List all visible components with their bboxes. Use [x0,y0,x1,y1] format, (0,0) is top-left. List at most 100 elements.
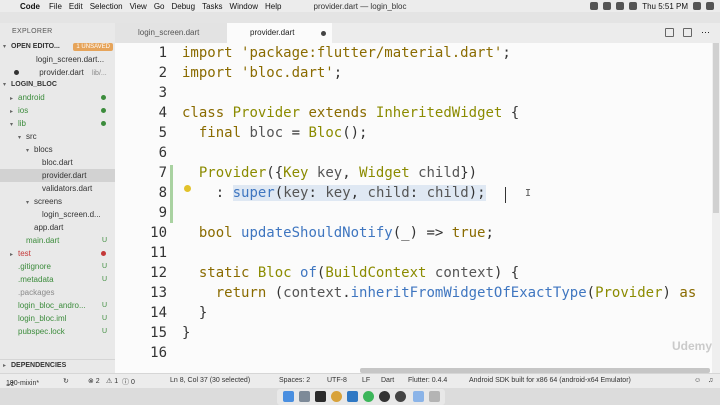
tree-item-label: login_bloc_andro... [18,301,86,310]
device-selector[interactable]: Android SDK built for x86 64 (android-x6… [469,377,631,384]
tree-item[interactable]: ▸ test [0,247,115,260]
menu-view[interactable]: View [130,2,154,11]
simulator-icon[interactable] [379,391,390,402]
tree-item[interactable]: login_screen.d... [0,208,115,221]
feedback-icon[interactable]: ☺ [694,377,701,384]
tree-item[interactable]: provider.dart [0,169,115,182]
line-number: 16 [150,345,167,361]
menu-bar: Code File Edit Selection View Go Debug T… [0,0,720,12]
project-header[interactable]: ▾ LOGIN_BLOC [0,79,115,91]
tree-item[interactable]: ▾ screens [0,195,115,208]
line-number: 8 [158,185,167,201]
dependencies-header[interactable]: ▸ DEPENDENCIES [0,359,115,371]
open-editor-item[interactable]: provider.dart lib/... [0,66,115,79]
folder-icon[interactable] [413,391,424,402]
scrollbar-thumb[interactable] [713,43,719,213]
vertical-scrollbar[interactable] [712,43,720,373]
trash-icon[interactable] [429,391,440,402]
tab-login-screen[interactable]: login_screen.dart [115,23,227,43]
line-number: 11 [150,245,167,261]
battery-icon[interactable] [629,2,638,10]
menu-tasks[interactable]: Tasks [202,2,229,11]
git-status-badge: U [101,328,107,335]
indentation[interactable]: Spaces: 2 [279,377,310,384]
more-icon[interactable]: ··· [701,28,710,37]
tree-item[interactable]: ▾ src [0,130,115,143]
tree-item-label: ios [18,106,29,115]
tree-item[interactable]: app.dart [0,221,115,234]
tray-icon[interactable] [603,2,612,10]
tree-item-label: main.dart [26,236,60,245]
search-icon[interactable] [693,2,701,10]
tree-item[interactable]: bloc.dart [0,156,115,169]
problems-info[interactable]: ⓘ 0 [122,377,135,387]
sync-icon[interactable]: ↻ [63,377,69,385]
tree-item[interactable]: .gitignore U [0,260,115,273]
spotify-icon[interactable] [363,391,374,402]
tree-item[interactable]: pubspec.lock U [0,325,115,338]
tab-provider[interactable]: provider.dart [227,23,332,43]
menu-edit[interactable]: Edit [69,2,90,11]
tree-item[interactable]: ▾ lib [0,117,115,130]
language-mode[interactable]: Dart [381,377,394,384]
launchpad-icon[interactable] [299,391,310,402]
line-ending[interactable]: LF [362,377,370,384]
tree-item[interactable]: ▸ android [0,91,115,104]
tree-item[interactable]: login_bloc_andro... U [0,299,115,312]
obs-icon[interactable] [395,391,406,402]
wifi-icon[interactable] [616,2,625,10]
tree-item[interactable]: main.dart U [0,234,115,247]
menu-window[interactable]: Window [230,2,265,11]
tray-icon[interactable] [590,2,599,10]
code-line: import 'bloc.dart'; [182,65,343,81]
code-line: Provider({Key key, Widget child}) [198,165,478,181]
chevron-down-icon: ▾ [3,44,7,50]
line-number: 9 [158,205,167,221]
tree-item-label: login_bloc.iml [18,314,67,323]
tree-item-label: .packages [18,288,55,297]
tree-item-label: pubspec.lock [18,327,65,336]
line-number: 4 [158,105,167,121]
code-editor[interactable]: 1 2 3 4 5 6 7 8 9 10 11 12 13 14 15 16 import 'package:… [115,43,720,373]
cursor-position[interactable]: Ln 8, Col 37 (30 selected) [170,377,250,384]
menu-app[interactable]: Code [20,2,49,11]
menu-debug[interactable]: Debug [171,2,202,11]
bell-icon[interactable]: ♫ [708,377,713,384]
terminal-icon[interactable] [315,391,326,402]
line-number-gutter: 1 2 3 4 5 6 7 8 9 10 11 12 13 14 15 16 [115,43,167,373]
problems-warnings[interactable]: ⚠ 1 [106,377,118,385]
open-editor-item[interactable]: login_screen.dart... [0,53,115,66]
tree-item-label: screens [34,197,63,206]
chevron-right-icon: ▸ [10,252,14,258]
finder-icon[interactable] [283,391,294,402]
dock [0,388,720,405]
problems-errors[interactable]: ⊗ 2 [88,377,100,385]
tree-item[interactable]: login_bloc.iml U [0,312,115,325]
status-bar: ⎇ 190-mixin* ↻ ⊗ 2 ⚠ 1 ⓘ 0 Ln 8, Col 37 … [0,373,720,388]
tree-item[interactable]: .packages [0,286,115,299]
unsaved-dot-icon[interactable] [321,31,326,36]
menu-list-icon[interactable] [706,2,714,10]
menu-go[interactable]: Go [154,2,172,11]
tree-item-label: android [18,93,45,102]
git-status-badge: U [101,315,107,322]
tree-item[interactable]: validators.dart [0,182,115,195]
menu-selection[interactable]: Selection [90,2,130,11]
split-editor-icon[interactable] [683,28,692,37]
tree-item[interactable]: ▾ blocs [0,143,115,156]
text-cursor [505,187,506,203]
flutter-version[interactable]: Flutter: 0.4.4 [408,377,447,384]
clock[interactable]: Thu 5:51 PM [642,2,688,11]
compare-icon[interactable] [665,28,674,37]
line-number: 5 [158,125,167,141]
chrome-icon[interactable] [331,391,342,402]
menu-file[interactable]: File [49,2,69,11]
tree-item[interactable]: ▸ ios [0,104,115,117]
tree-item-label: app.dart [34,223,64,232]
menu-help[interactable]: Help [265,2,288,11]
encoding[interactable]: UTF-8 [327,377,347,384]
tree-item[interactable]: .metadata U [0,273,115,286]
open-editors-header[interactable]: ▾ OPEN EDITO... 1 UNSAVED [0,41,115,53]
code-line: } [182,325,191,341]
vscode-icon[interactable] [347,391,358,402]
